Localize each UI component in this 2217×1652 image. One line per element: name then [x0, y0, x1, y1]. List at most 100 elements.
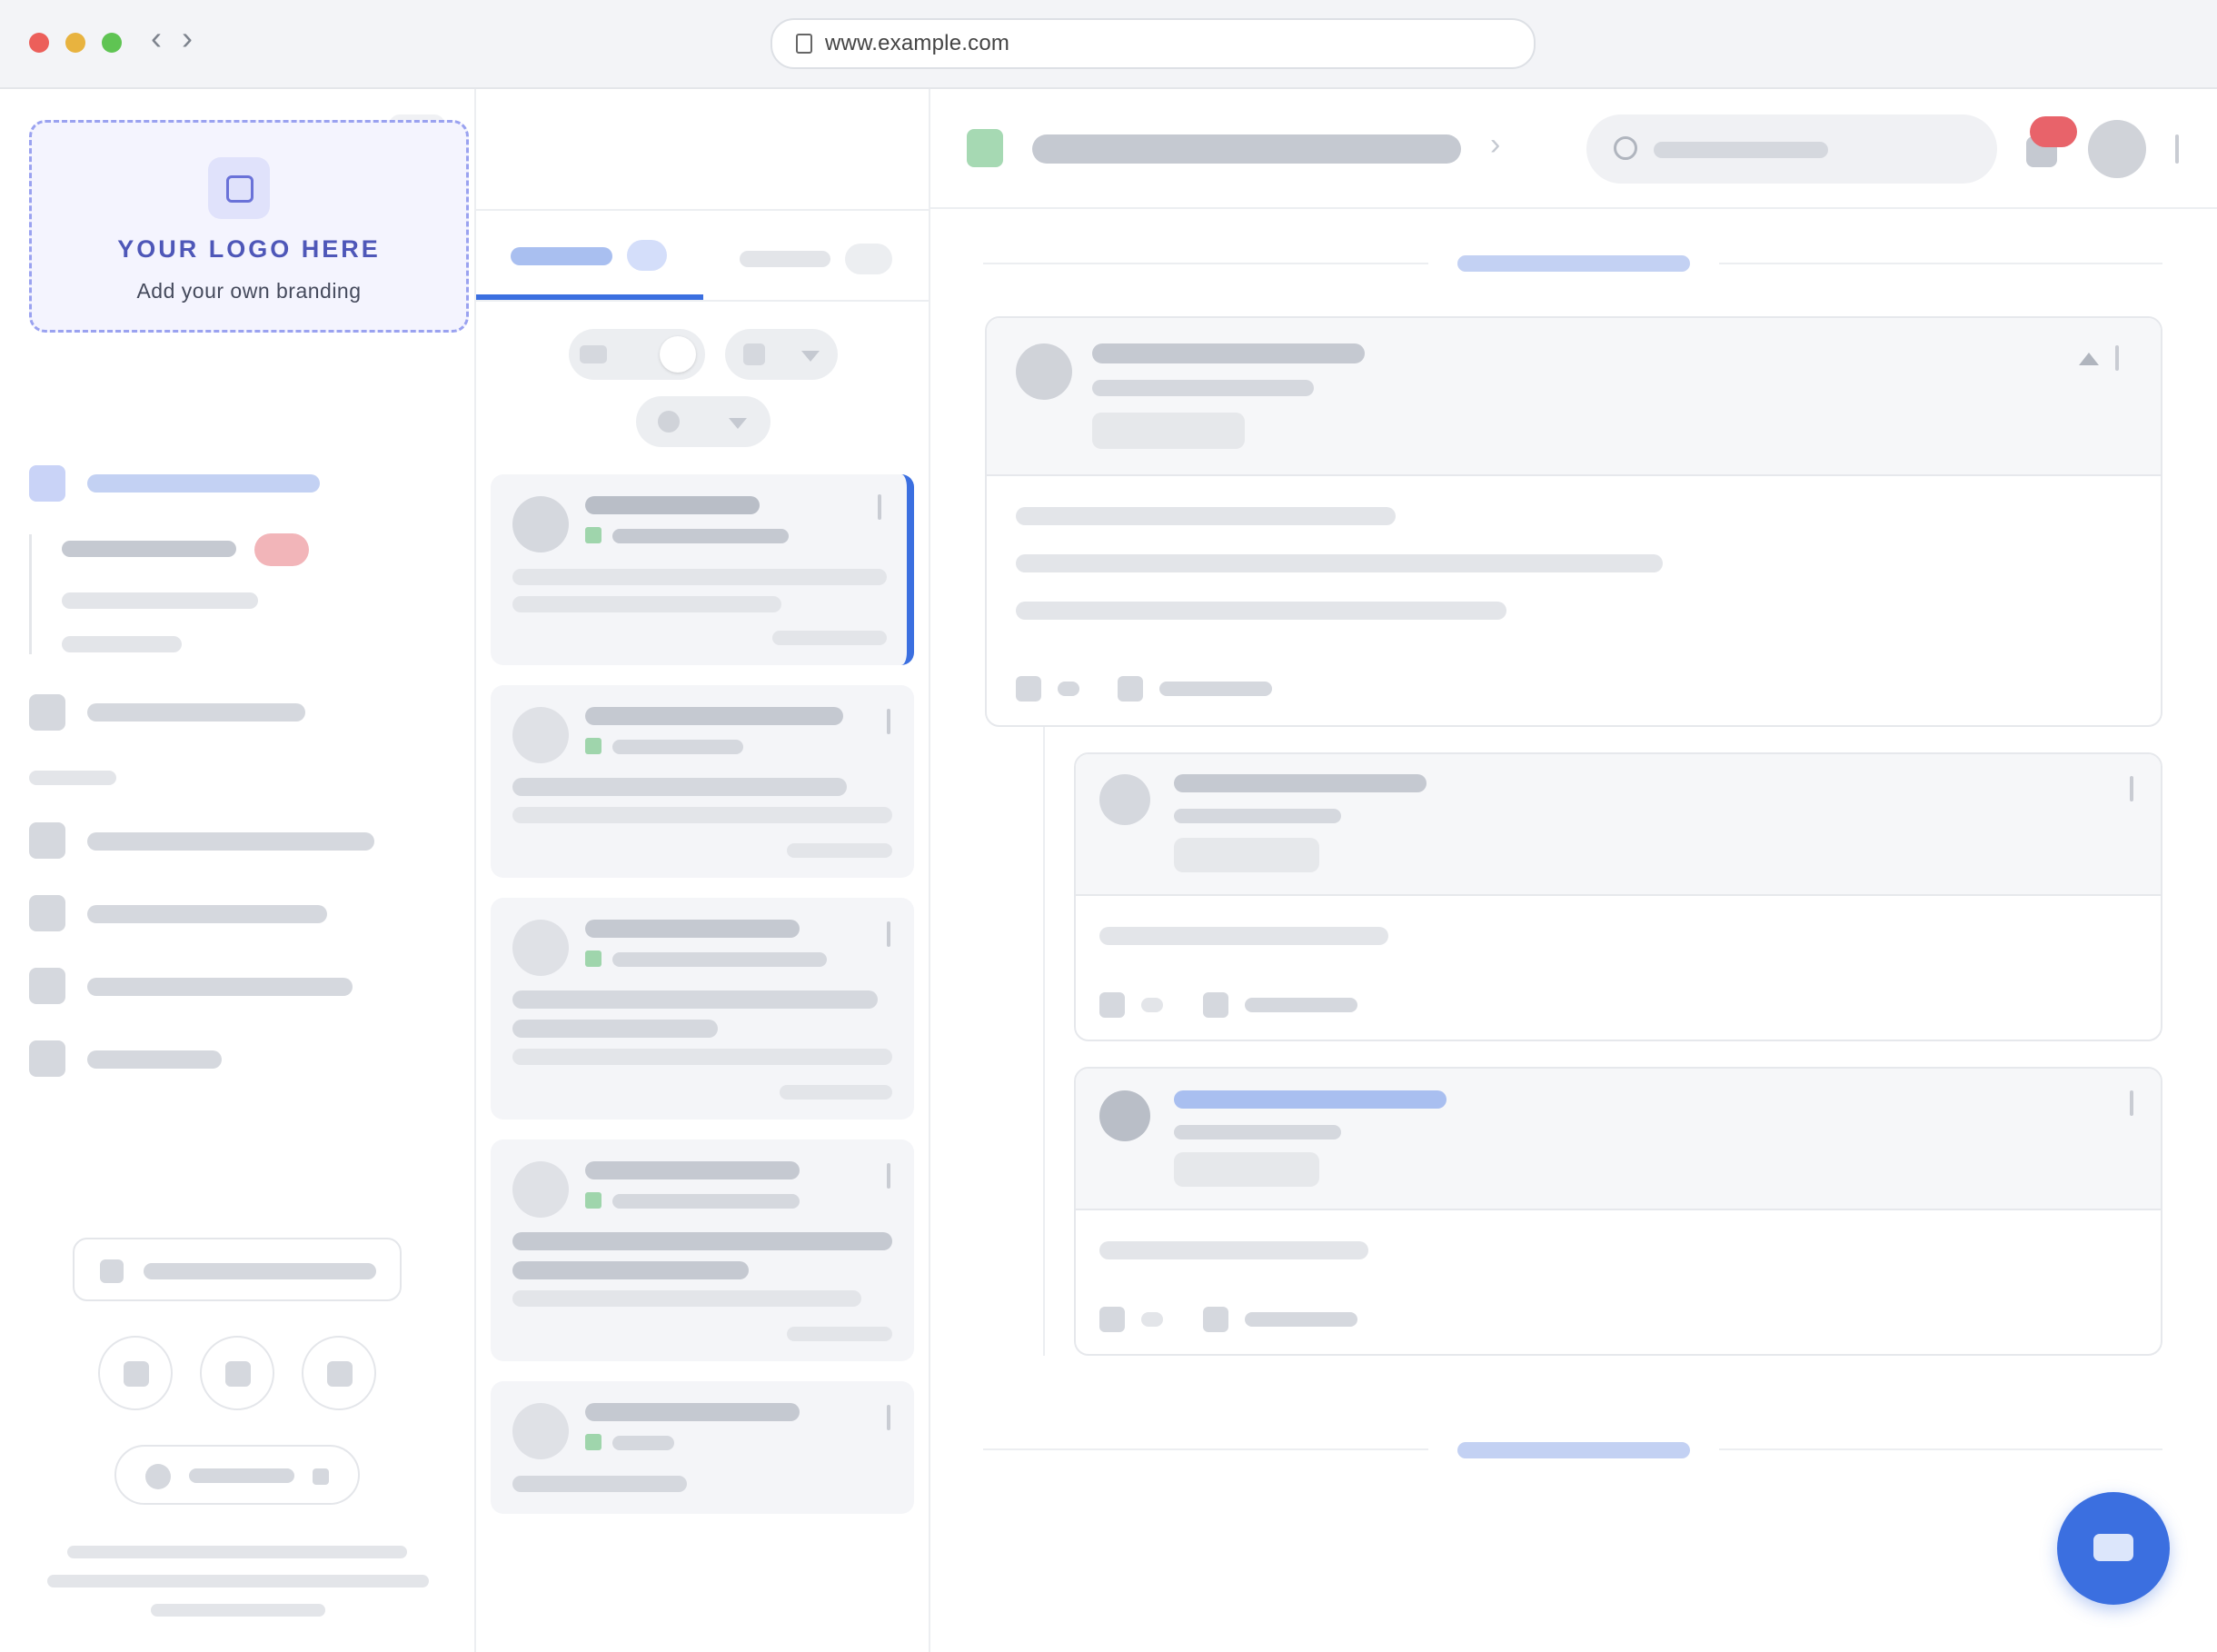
- chat-icon: [2093, 1534, 2133, 1561]
- message-menu-handle[interactable]: [2130, 776, 2133, 801]
- reply-icon[interactable]: [1203, 1307, 1228, 1332]
- sidebar-subitem[interactable]: [62, 592, 258, 609]
- reply-label: [1245, 998, 1357, 1012]
- nav-label: [87, 703, 305, 722]
- channel-label: [612, 1436, 674, 1450]
- reply-card[interactable]: [1074, 1067, 2162, 1356]
- status-dot: [145, 1464, 171, 1489]
- list-item-selected[interactable]: [491, 474, 914, 665]
- window-maximize-button[interactable]: [102, 33, 122, 53]
- sort-dropdown[interactable]: [636, 396, 770, 447]
- chevron-left-icon[interactable]: ‹: [151, 22, 162, 55]
- submenu-guide: [29, 534, 32, 654]
- item-menu-handle[interactable]: [887, 1163, 890, 1189]
- window-minimize-button[interactable]: [65, 33, 85, 53]
- channel-label: [612, 529, 789, 543]
- tab-count-badge: [845, 244, 892, 274]
- footer-icon-button[interactable]: [200, 1336, 274, 1410]
- sort-icon: [658, 411, 680, 433]
- logo-icon: [208, 157, 270, 219]
- sender-subtitle: [1174, 1125, 1341, 1139]
- message-preview: [512, 1290, 861, 1307]
- sender-name: [1174, 774, 1427, 792]
- message-preview: [512, 1020, 718, 1038]
- sidebar-action-button[interactable]: [73, 1238, 402, 1301]
- nav-label: [87, 978, 353, 996]
- footer-icon-button[interactable]: [98, 1336, 173, 1410]
- list-item[interactable]: [491, 1381, 914, 1514]
- sender-name: [1092, 343, 1365, 363]
- reaction-count: [1141, 1312, 1163, 1327]
- sidebar-subitem[interactable]: [62, 636, 182, 652]
- timestamp: [787, 1327, 892, 1341]
- date-separator-label: [1457, 1442, 1690, 1458]
- nav-icon: [29, 465, 65, 502]
- sender-name: [585, 920, 800, 938]
- notification-badge: [2030, 116, 2077, 147]
- timestamp: [780, 1085, 892, 1100]
- user-status-pill[interactable]: [114, 1445, 360, 1505]
- nav-label: [87, 1050, 222, 1069]
- page-icon: [796, 34, 812, 54]
- message-preview: [512, 596, 781, 612]
- message-preview: [512, 778, 847, 796]
- filter-toggle[interactable]: [569, 329, 705, 380]
- logo-placeholder[interactable]: YOUR LOGO HERE Add your own branding: [29, 120, 469, 333]
- window-close-button[interactable]: [29, 33, 49, 53]
- nav-label: [87, 832, 374, 851]
- reply-card[interactable]: [1074, 752, 2162, 1041]
- avatar[interactable]: [2088, 120, 2146, 178]
- thread-line: [1043, 727, 1045, 1356]
- sender-name: [1174, 1090, 1447, 1109]
- reaction-icon[interactable]: [1016, 676, 1041, 702]
- list-item[interactable]: [491, 1139, 914, 1361]
- search-icon: [1614, 136, 1637, 160]
- nav-icon: [29, 694, 65, 731]
- header-divider: [930, 207, 2217, 209]
- chevron-right-icon[interactable]: ›: [1490, 129, 1500, 160]
- search-input[interactable]: [1586, 114, 1997, 184]
- message-menu-handle[interactable]: [2130, 1090, 2133, 1116]
- reaction-icon[interactable]: [1099, 992, 1125, 1018]
- count-badge: [254, 533, 309, 566]
- footer-icon-button[interactable]: [302, 1336, 376, 1410]
- header-menu-handle[interactable]: [2175, 134, 2179, 164]
- item-menu-handle[interactable]: [887, 921, 890, 947]
- filter-dropdown[interactable]: [725, 329, 838, 380]
- item-menu-handle[interactable]: [887, 1405, 890, 1430]
- item-menu-handle[interactable]: [878, 494, 881, 520]
- channel-label: [612, 952, 827, 967]
- item-menu-handle[interactable]: [887, 709, 890, 734]
- section-heading: [29, 771, 116, 785]
- message-preview: [512, 807, 892, 823]
- list-item[interactable]: [491, 685, 914, 878]
- compose-fab[interactable]: [2057, 1492, 2170, 1605]
- address-bar[interactable]: www.example.com: [770, 18, 1536, 69]
- message-body-line: [1016, 602, 1506, 620]
- channel-label: [612, 1194, 800, 1209]
- list-item[interactable]: [491, 898, 914, 1120]
- toggle-icon: [580, 345, 607, 363]
- reply-icon[interactable]: [1118, 676, 1143, 702]
- filter-icon: [743, 343, 765, 365]
- message-preview: [512, 1049, 892, 1065]
- conversation-title: [1032, 134, 1461, 164]
- status-label: [189, 1468, 294, 1483]
- reaction-icon[interactable]: [1099, 1307, 1125, 1332]
- search-placeholder: [1654, 142, 1828, 158]
- footer-text: [47, 1575, 429, 1587]
- message-preview: [512, 569, 887, 585]
- message-body-line: [1016, 554, 1663, 572]
- message-card[interactable]: [985, 316, 2162, 727]
- browser-toolbar: ‹ › www.example.com: [0, 0, 2217, 89]
- nav-icon: [29, 895, 65, 931]
- channel-icon: [585, 738, 601, 754]
- timestamp: [772, 631, 887, 645]
- channel-icon: [585, 950, 601, 967]
- message-menu-handle[interactable]: [2115, 345, 2119, 371]
- reply-icon[interactable]: [1203, 992, 1228, 1018]
- message-preview: [512, 990, 878, 1009]
- message-tag: [1092, 413, 1245, 449]
- chevron-right-icon[interactable]: ›: [182, 22, 193, 55]
- collapse-icon[interactable]: [2079, 353, 2099, 365]
